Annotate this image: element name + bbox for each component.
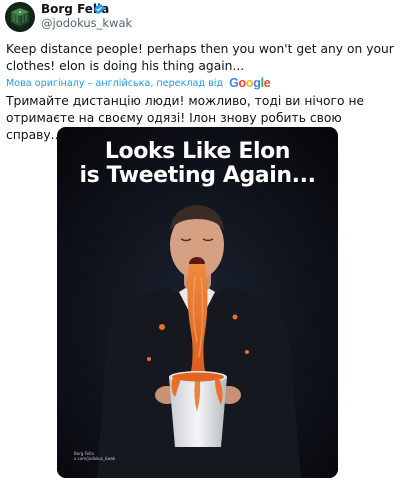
author-avatar[interactable] bbox=[5, 2, 35, 32]
author-handle[interactable]: @jodokus_kwak bbox=[41, 16, 132, 30]
tweet-text: Keep distance people! perhaps then you w… bbox=[6, 42, 394, 73]
tweet-card: Borg Fella @jodokus_kwak Keep distance p… bbox=[0, 0, 400, 483]
watermark-url: x.com/jodokus_kwak bbox=[74, 456, 116, 461]
borg-cube-avatar-icon bbox=[11, 8, 29, 26]
image-watermark: Borg Fella x.com/jodokus_kwak bbox=[74, 451, 115, 461]
tweet-image[interactable]: Looks Like Elon is Tweeting Again... Bor… bbox=[57, 127, 338, 478]
meme-caption-line1: Looks Like Elon bbox=[104, 139, 291, 164]
translation-label: Мова оригіналу – англійська, переклад ві… bbox=[6, 78, 224, 89]
google-logo-icon: Google bbox=[229, 76, 271, 90]
translation-attribution[interactable]: Мова оригіналу – англійська, переклад ві… bbox=[6, 76, 271, 90]
meme-caption-line2: is Tweeting Again... bbox=[79, 163, 316, 188]
verified-badge-icon bbox=[94, 3, 104, 15]
